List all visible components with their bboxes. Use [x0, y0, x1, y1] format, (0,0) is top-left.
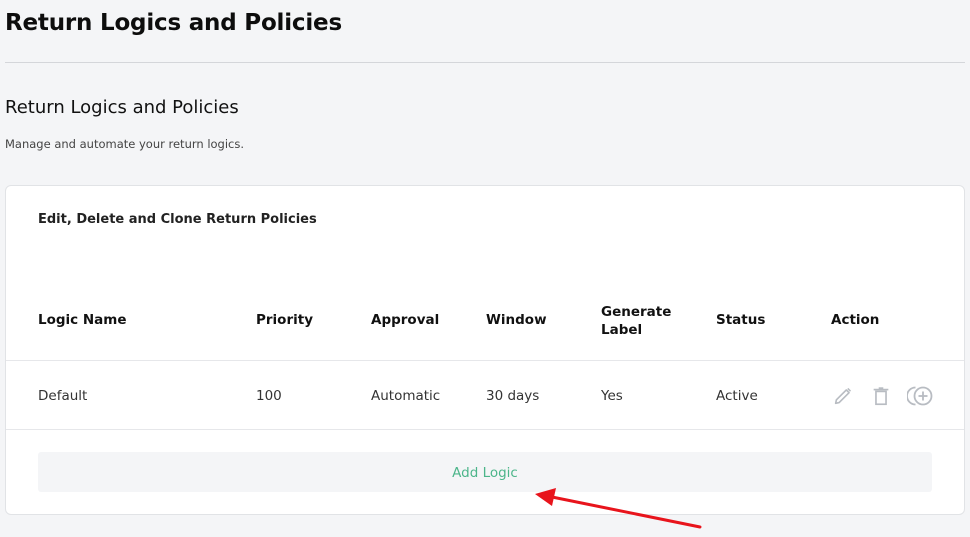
header-separator [6, 360, 964, 361]
edit-icon[interactable] [832, 385, 856, 407]
card-title: Edit, Delete and Clone Return Policies [38, 212, 317, 227]
cell-generate-label: Yes [601, 388, 623, 404]
page: Return Logics and Policies Return Logics… [0, 0, 970, 537]
cell-logic-name: Default [38, 388, 88, 404]
add-logic-button[interactable]: Add Logic [38, 452, 932, 492]
column-header-logic-name: Logic Name [38, 312, 127, 328]
row-separator [6, 429, 964, 430]
column-header-status: Status [716, 312, 766, 328]
column-header-generate-label: Generate Label [601, 304, 672, 338]
column-header-priority: Priority [256, 312, 313, 328]
page-title: Return Logics and Policies [5, 10, 342, 36]
clone-icon[interactable] [907, 384, 935, 406]
delete-icon[interactable] [870, 385, 894, 407]
section-description: Manage and automate your return logics. [5, 137, 245, 151]
cell-priority: 100 [256, 388, 282, 404]
section-title: Return Logics and Policies [5, 97, 239, 118]
column-header-window: Window [486, 312, 547, 328]
column-header-approval: Approval [371, 312, 440, 328]
column-header-action: Action [831, 312, 880, 328]
cell-status: Active [716, 388, 758, 404]
cell-approval: Automatic [371, 388, 441, 404]
policies-card: Edit, Delete and Clone Return Policies L… [5, 185, 965, 515]
divider [5, 62, 965, 63]
cell-window: 30 days [486, 388, 540, 404]
